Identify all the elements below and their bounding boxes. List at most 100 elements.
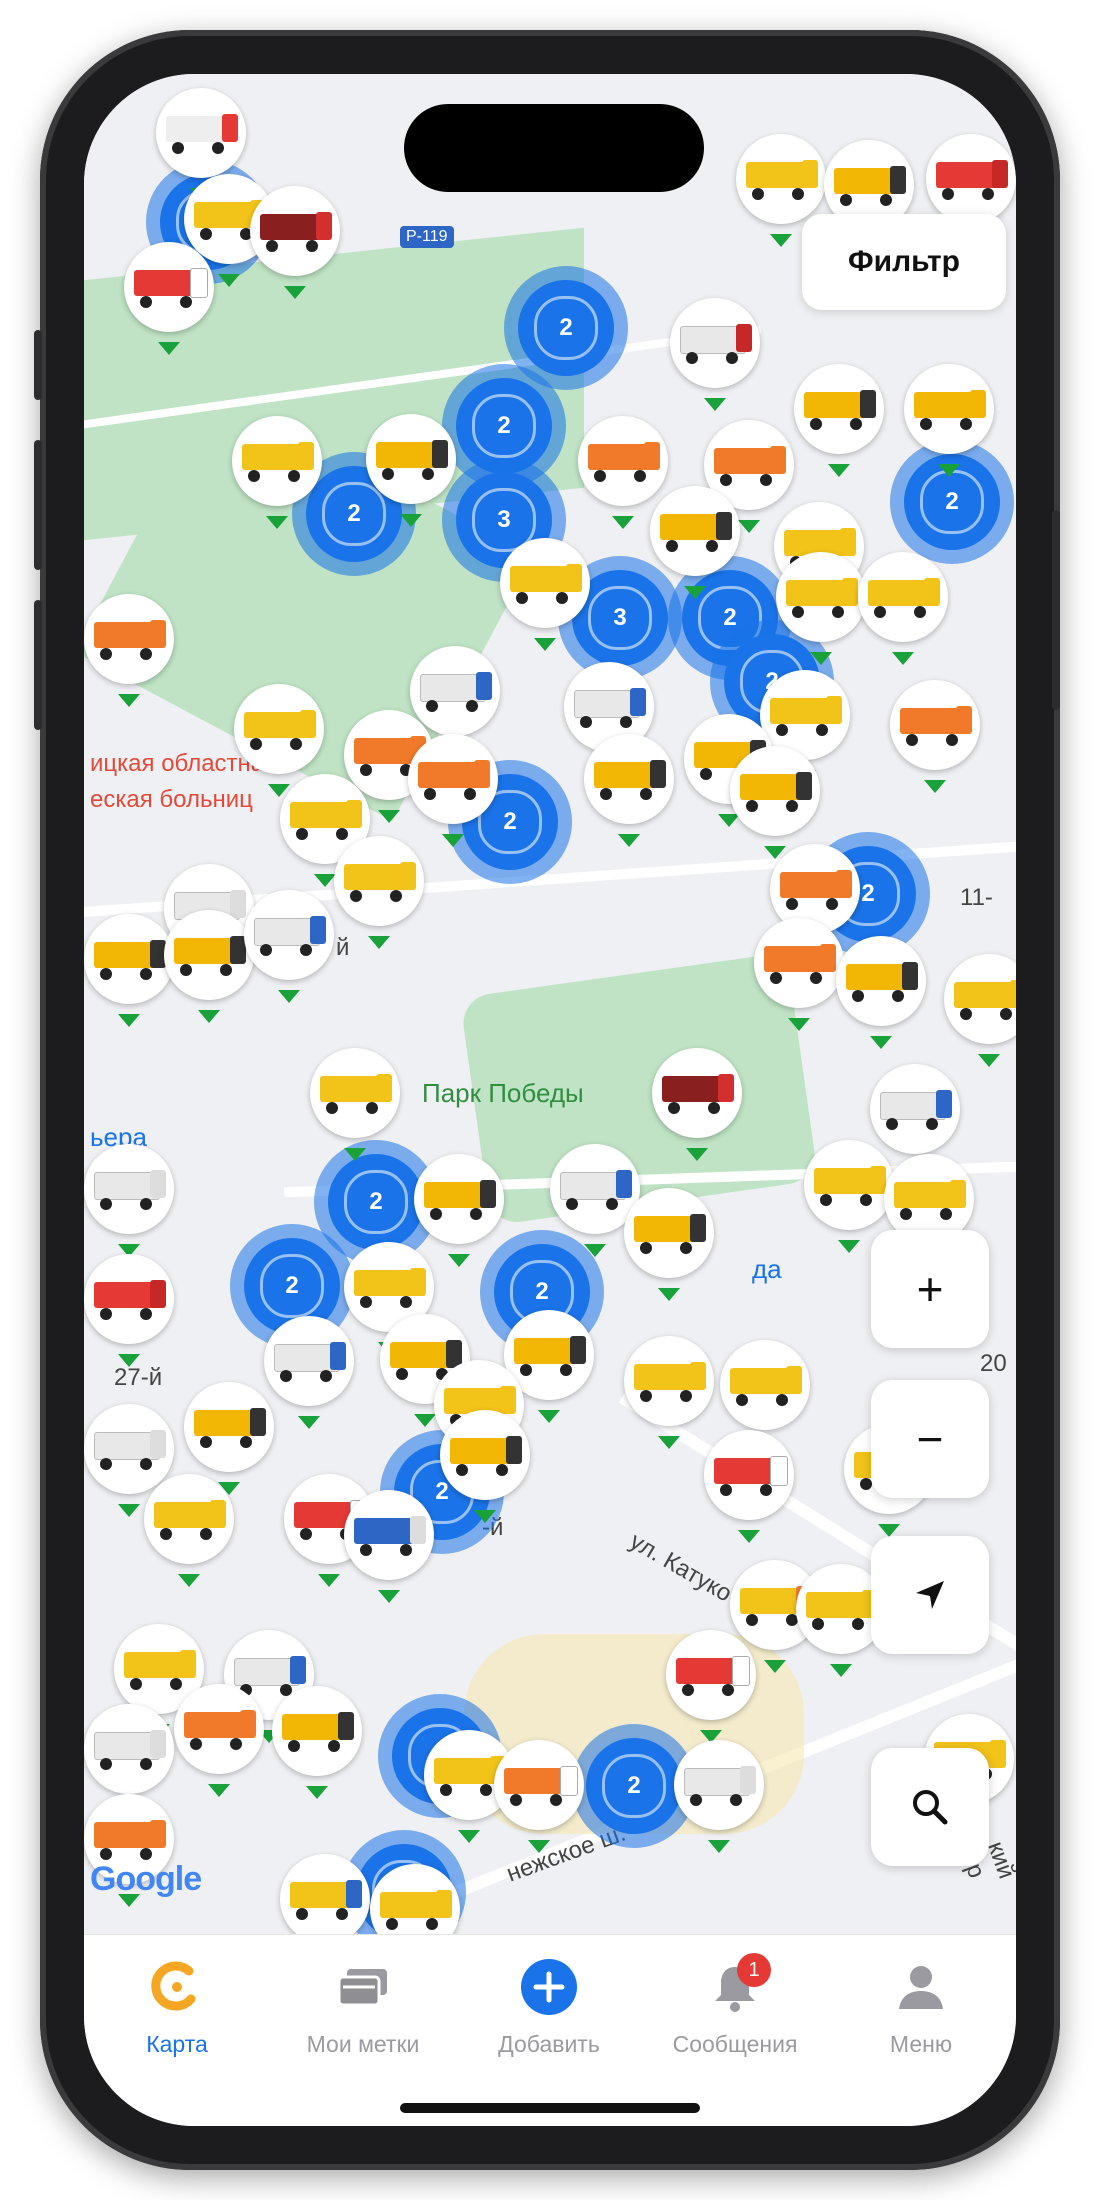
vehicle-pin[interactable] xyxy=(754,918,844,1031)
vehicle-pin[interactable] xyxy=(870,1064,960,1177)
vehicle-pin[interactable] xyxy=(250,186,340,299)
vehicle-pin[interactable] xyxy=(84,1704,174,1817)
vehicle-pin[interactable] xyxy=(624,1188,714,1301)
vehicle-pin[interactable] xyxy=(650,486,740,599)
vehicle-pin[interactable] xyxy=(244,890,334,1003)
vehicle-pin[interactable] xyxy=(310,1048,400,1161)
vehicle-pin[interactable] xyxy=(624,1336,714,1449)
vehicle-pin[interactable] xyxy=(704,1430,794,1543)
cluster-marker[interactable]: 2 xyxy=(518,280,614,376)
excavator-icon xyxy=(846,964,910,990)
vehicle-pin[interactable] xyxy=(410,646,500,759)
semi-truck-icon xyxy=(354,1518,418,1544)
wheel xyxy=(140,1198,152,1210)
vehicle-pin[interactable] xyxy=(666,1630,756,1743)
vehicle-pin[interactable] xyxy=(272,1686,362,1799)
dump-truck-icon xyxy=(740,1588,804,1614)
vehicle-cab xyxy=(190,268,208,298)
skid-steer-icon xyxy=(166,116,230,142)
vehicle-pin[interactable] xyxy=(500,538,590,651)
zoom-in-button[interactable]: + xyxy=(871,1230,989,1348)
home-indicator xyxy=(400,2103,700,2113)
vehicle-pin[interactable] xyxy=(174,1684,264,1797)
vehicle-pin[interactable] xyxy=(836,936,926,1049)
wheel xyxy=(306,240,318,252)
vehicle-pin[interactable] xyxy=(858,552,948,665)
vehicle-pin[interactable] xyxy=(84,1404,174,1517)
vehicle-pin[interactable] xyxy=(84,594,174,707)
tab-menu[interactable]: Меню xyxy=(828,1957,1014,2077)
filter-button[interactable]: Фильтр xyxy=(802,214,1006,310)
tab-map[interactable]: Карта xyxy=(84,1957,270,2077)
vehicle-pin[interactable] xyxy=(124,242,214,355)
vehicle-cab xyxy=(240,1710,256,1738)
tab-messages[interactable]: 1 Сообщения xyxy=(642,1953,828,2077)
tractor-icon xyxy=(936,162,1000,188)
vehicle-pin[interactable] xyxy=(494,1740,584,1853)
grapple-truck-icon xyxy=(290,1882,354,1908)
vehicle-cab xyxy=(1010,980,1016,1008)
vehicle-pin[interactable] xyxy=(366,414,456,527)
vehicle-pin[interactable] xyxy=(736,134,826,247)
vehicle-pin[interactable] xyxy=(84,1144,174,1257)
vehicle-pin[interactable] xyxy=(652,1048,742,1161)
tow-truck-icon xyxy=(194,202,258,228)
wheel xyxy=(720,474,732,486)
vehicle-pin[interactable] xyxy=(584,734,674,847)
vehicle-pin[interactable] xyxy=(264,1316,354,1429)
vehicle-pin[interactable] xyxy=(440,1410,530,1523)
vehicle-pin[interactable] xyxy=(280,1854,370,1934)
wheel xyxy=(680,1390,692,1402)
vehicle-pin[interactable] xyxy=(144,1474,234,1587)
wheel xyxy=(520,1364,532,1376)
wheel xyxy=(1000,1008,1012,1020)
my-location-button[interactable] xyxy=(871,1536,989,1654)
concrete-pump-icon xyxy=(764,946,828,972)
vehicle-pin[interactable] xyxy=(926,134,1016,247)
vehicle-pin[interactable] xyxy=(156,88,246,201)
tab-my-marks[interactable]: Мои метки xyxy=(270,1957,456,2077)
tab-label: Мои метки xyxy=(306,2031,420,2057)
vehicle-pin[interactable] xyxy=(184,1382,274,1495)
cluster-marker[interactable]: 2 xyxy=(586,1738,682,1834)
search-button[interactable] xyxy=(871,1748,989,1866)
vehicle-pin[interactable] xyxy=(776,552,866,665)
vehicle-pin[interactable] xyxy=(804,1140,894,1253)
vehicle-pin[interactable] xyxy=(414,1154,504,1267)
vehicle-cab xyxy=(870,1166,886,1194)
wheel xyxy=(100,1848,112,1860)
vehicle-cab xyxy=(924,578,940,606)
zoom-out-button[interactable]: − xyxy=(871,1380,989,1498)
vehicle-cab xyxy=(150,620,166,648)
vehicle-pin[interactable] xyxy=(794,364,884,477)
vehicle-pin[interactable] xyxy=(234,684,324,797)
vehicle-pin[interactable] xyxy=(578,416,668,529)
wheel xyxy=(240,1436,252,1448)
wheel xyxy=(510,1794,522,1806)
plus-icon: + xyxy=(916,1263,944,1315)
vehicle-pin[interactable] xyxy=(720,1340,810,1453)
vehicle-pin[interactable] xyxy=(904,364,994,477)
vehicle-pin[interactable] xyxy=(344,1490,434,1603)
vehicle-pin[interactable] xyxy=(674,1740,764,1853)
vehicle-pin[interactable] xyxy=(164,910,254,1023)
crane-truck-icon xyxy=(184,1712,248,1738)
map-view[interactable]: Р-119 ицкая областна еская больниц Парк … xyxy=(84,74,1016,1934)
dump-truck-icon xyxy=(806,1592,870,1618)
cluster-marker[interactable]: 2 xyxy=(456,378,552,474)
wheel xyxy=(366,1102,378,1114)
vehicle-pin[interactable] xyxy=(334,836,424,949)
vehicle-pin[interactable] xyxy=(232,416,322,529)
vehicle-pin[interactable] xyxy=(84,1254,174,1367)
vehicle-pin[interactable] xyxy=(730,746,820,859)
dump-truck-icon xyxy=(894,1182,958,1208)
vehicle-pin[interactable] xyxy=(408,734,498,847)
cluster-marker[interactable]: 2 xyxy=(328,1154,424,1250)
tab-add[interactable]: Добавить xyxy=(456,1957,642,2077)
vehicle-pin[interactable] xyxy=(670,298,760,411)
vehicle-pin[interactable] xyxy=(944,954,1016,1067)
vehicle-pin[interactable] xyxy=(890,680,980,793)
backhoe-loader-icon xyxy=(660,514,724,540)
vehicle-pin[interactable] xyxy=(84,914,174,1027)
wheel xyxy=(266,240,278,252)
